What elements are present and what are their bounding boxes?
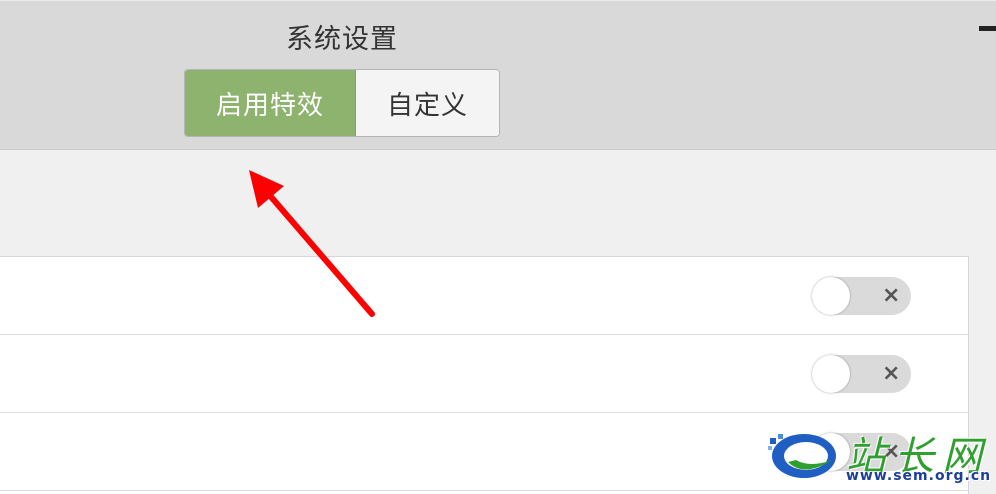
watermark-url: www.sem.org.cn (846, 468, 992, 484)
tab-custom[interactable]: 自定义 (356, 70, 499, 136)
toggle-off-icon: × (882, 283, 901, 308)
logo-icon (768, 434, 836, 478)
watermark: 站长网 www.sem.org.cn (766, 420, 996, 494)
minimize-button[interactable] (979, 26, 996, 31)
toggle-switch[interactable]: × (812, 277, 911, 315)
toggle-knob (812, 355, 850, 393)
toggle-knob (812, 277, 850, 315)
window-title: 系统设置 (286, 24, 398, 55)
toggle-off-icon: × (882, 361, 901, 386)
mode-segmented-control: 启用特效 自定义 (184, 69, 500, 137)
tab-enable-effects[interactable]: 启用特效 (185, 70, 356, 136)
settings-row: × (0, 335, 968, 413)
toggle-switch[interactable]: × (812, 355, 911, 393)
title-bar: 系统设置 启用特效 自定义 (0, 0, 996, 150)
settings-row: × (0, 257, 968, 335)
